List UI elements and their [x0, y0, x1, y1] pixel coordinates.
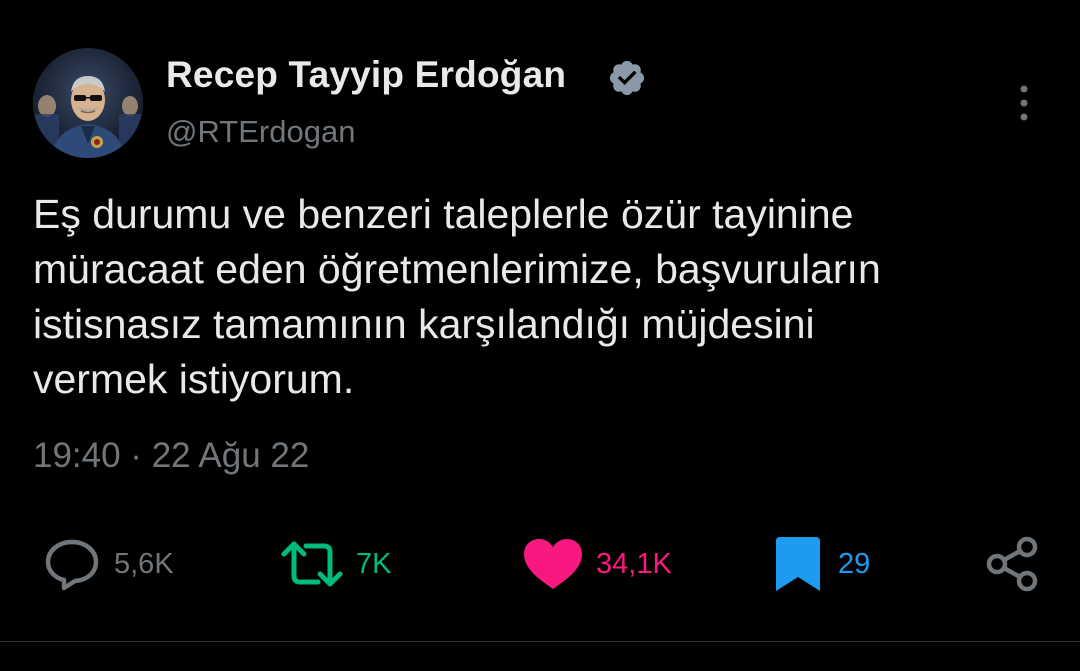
- retweet-button[interactable]: 7K: [280, 535, 391, 593]
- avatar-image: [35, 76, 143, 158]
- tweet-text-line: vermek istiyorum.: [33, 356, 355, 402]
- bookmark-button[interactable]: 29: [770, 535, 870, 593]
- bookmark-count: 29: [838, 547, 871, 580]
- divider: [0, 641, 1080, 642]
- like-button[interactable]: 34,1K: [522, 535, 672, 593]
- tweet-text: Eş durumu ve benzeri taleplerle özür tay…: [33, 187, 1053, 407]
- retweet-icon: [281, 541, 343, 587]
- more-options-icon[interactable]: [1012, 83, 1036, 123]
- tweet-text-line: istisnasız tamamının karşılandığı müjdes…: [33, 301, 815, 347]
- share-icon: [986, 536, 1038, 592]
- verified-badge-icon: [609, 60, 645, 96]
- bookmark-icon: [776, 537, 820, 591]
- tweet-text-line: müracaat eden öğretmenlerimize, başvurul…: [33, 246, 881, 292]
- tweet-timestamp[interactable]: 19:40 · 22 Ağu 22: [33, 436, 309, 476]
- reply-count: 5,6K: [114, 547, 174, 580]
- heart-icon: [524, 539, 582, 589]
- reply-icon: [45, 539, 99, 591]
- avatar[interactable]: [33, 48, 143, 158]
- retweet-count: 7K: [356, 547, 392, 580]
- tweet: Recep Tayyip Erdoğan @RTErdogan Eş durum…: [0, 0, 1080, 671]
- tweet-text-line: Eş durumu ve benzeri taleplerle özür tay…: [33, 191, 854, 237]
- share-button[interactable]: [984, 535, 1042, 593]
- author-handle[interactable]: @RTErdogan: [166, 114, 355, 150]
- author-name[interactable]: Recep Tayyip Erdoğan: [166, 54, 566, 96]
- reply-button[interactable]: 5,6K: [42, 535, 174, 593]
- like-count: 34,1K: [596, 547, 672, 580]
